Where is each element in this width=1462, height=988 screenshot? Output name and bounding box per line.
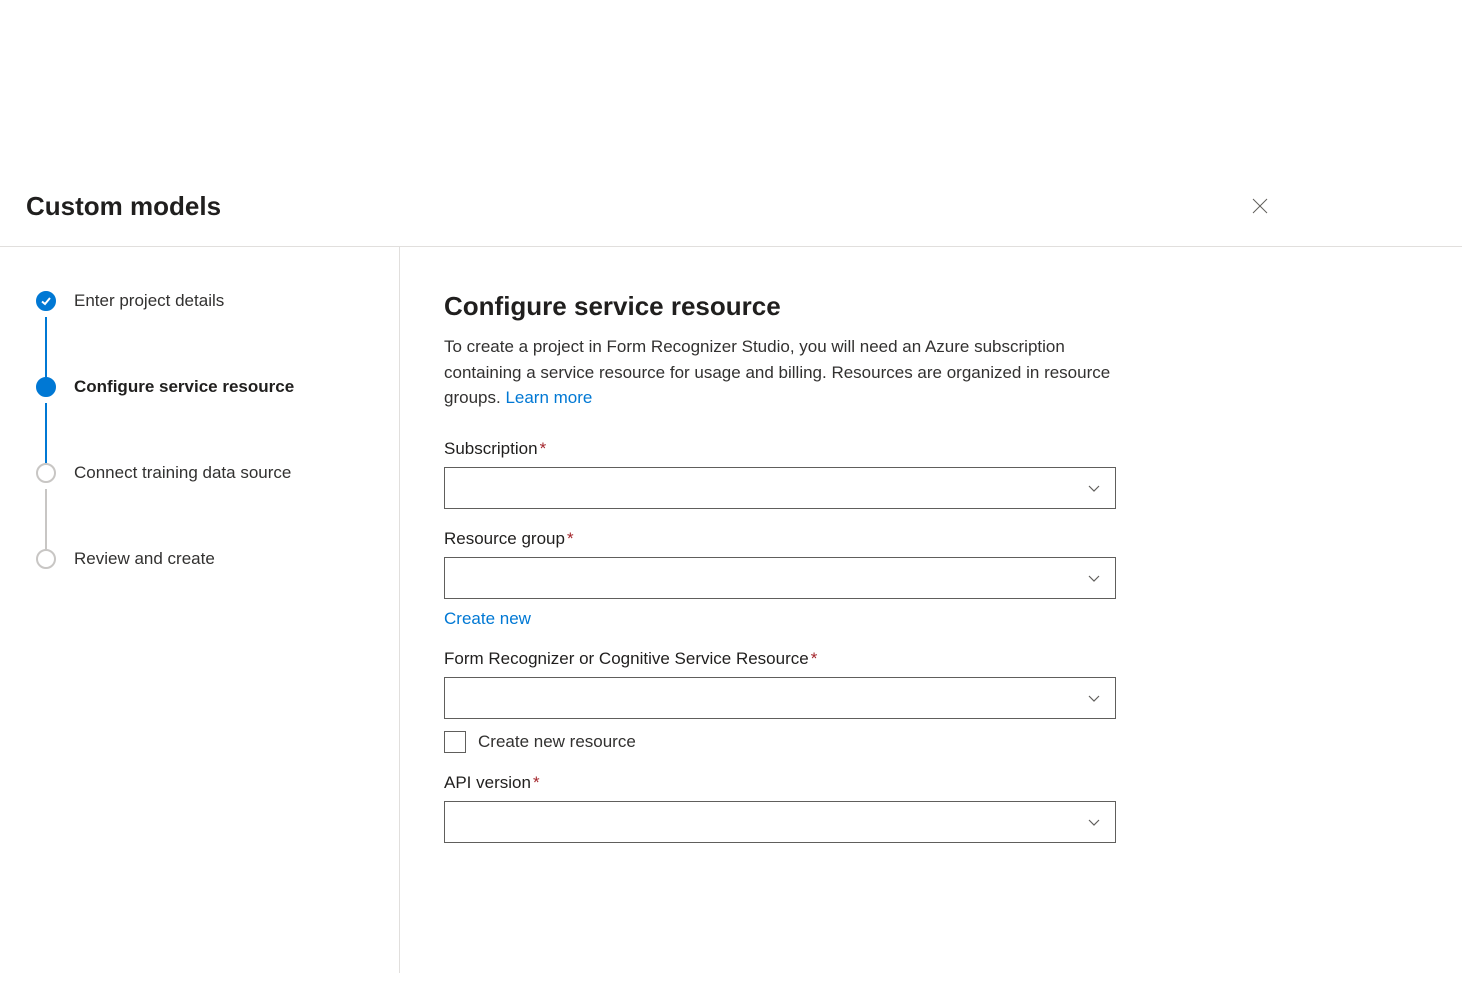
checkmark-icon [40,295,52,307]
dialog-title: Custom models [26,191,221,222]
create-new-resource-checkbox-label: Create new resource [478,732,636,752]
step-marker-completed [36,291,56,311]
subscription-dropdown[interactable] [444,467,1116,509]
step-enter-project-details[interactable]: Enter project details [36,291,381,311]
step-connector [45,403,47,465]
field-subscription: Subscription* [444,439,1116,509]
step-connector [45,489,47,551]
step-label: Configure service resource [74,377,294,397]
chevron-down-icon [1087,691,1101,705]
create-new-resource-checkbox[interactable] [444,731,466,753]
step-marker-current [36,377,56,397]
field-resource-group: Resource group* Create new [444,529,1116,629]
chevron-down-icon [1087,815,1101,829]
step-connect-training-data-source[interactable]: Connect training data source [36,463,381,483]
step-configure-service-resource[interactable]: Configure service resource [36,377,381,397]
main-description: To create a project in Form Recognizer S… [444,334,1116,411]
step-marker-upcoming [36,463,56,483]
chevron-down-icon [1087,481,1101,495]
create-new-resource-group-link[interactable]: Create new [444,609,531,629]
service-resource-dropdown[interactable] [444,677,1116,719]
service-resource-label: Form Recognizer or Cognitive Service Res… [444,649,1116,669]
step-marker-upcoming [36,549,56,569]
field-api-version: API version* [444,773,1116,843]
close-button[interactable] [1244,190,1276,222]
main-panel: Configure service resource To create a p… [400,247,1160,973]
resource-group-label: Resource group* [444,529,1116,549]
required-indicator: * [540,439,547,458]
resource-group-dropdown[interactable] [444,557,1116,599]
wizard-steps-sidebar: Enter project details Configure service … [0,247,400,973]
required-indicator: * [533,773,540,792]
learn-more-link[interactable]: Learn more [505,388,592,407]
step-label: Review and create [74,549,215,569]
api-version-label: API version* [444,773,1116,793]
main-heading: Configure service resource [444,291,1116,322]
required-indicator: * [811,649,818,668]
subscription-label: Subscription* [444,439,1116,459]
step-label: Enter project details [74,291,224,311]
step-connector [45,317,47,379]
step-review-and-create[interactable]: Review and create [36,549,381,569]
dialog-header: Custom models [0,190,1462,247]
step-label: Connect training data source [74,463,291,483]
close-icon [1252,198,1268,214]
field-service-resource: Form Recognizer or Cognitive Service Res… [444,649,1116,753]
api-version-dropdown[interactable] [444,801,1116,843]
required-indicator: * [567,529,574,548]
create-new-resource-row: Create new resource [444,731,1116,753]
chevron-down-icon [1087,571,1101,585]
